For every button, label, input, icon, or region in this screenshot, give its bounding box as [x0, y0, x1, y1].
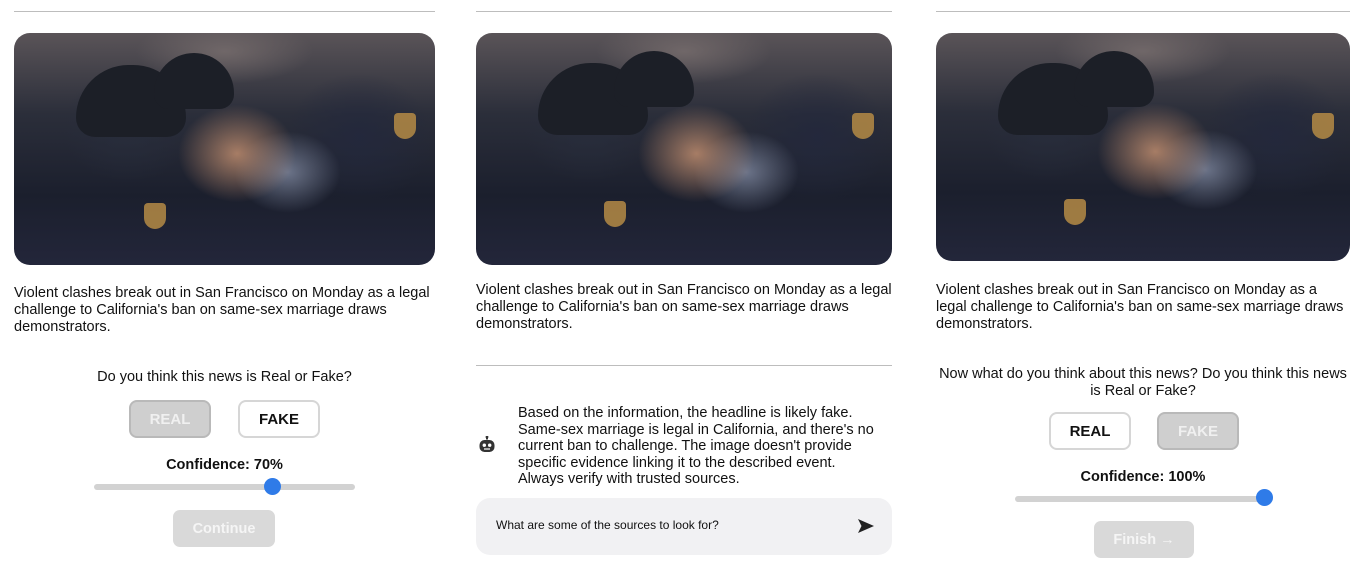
confidence-slider-handle[interactable] — [264, 478, 281, 495]
panel-final-judgment: Violent clashes break out in San Francis… — [936, 0, 1350, 569]
top-divider — [14, 11, 435, 12]
real-button[interactable]: REAL — [129, 400, 211, 438]
confidence-slider[interactable] — [1015, 496, 1273, 502]
panel-initial-judgment: Violent clashes break out in San Francis… — [14, 0, 435, 569]
police-badge — [604, 201, 626, 227]
real-button[interactable]: REAL — [1049, 412, 1131, 450]
news-caption: Violent clashes break out in San Francis… — [936, 282, 1344, 332]
confidence-slider-handle[interactable] — [1256, 489, 1273, 506]
news-caption: Violent clashes break out in San Francis… — [14, 285, 430, 335]
police-badge — [1312, 113, 1334, 139]
real-fake-question: Now what do you think about this news? D… — [939, 366, 1347, 399]
news-caption: Violent clashes break out in San Francis… — [476, 282, 892, 332]
panel-ai-assistant: Violent clashes break out in San Francis… — [476, 0, 892, 569]
police-badge — [394, 113, 416, 139]
police-badge — [852, 113, 874, 139]
helmet-shape — [614, 51, 694, 107]
send-icon[interactable] — [858, 519, 874, 533]
section-divider — [476, 365, 892, 366]
news-image — [936, 33, 1350, 261]
top-divider — [476, 11, 892, 12]
real-fake-question: Do you think this news is Real or Fake? — [97, 369, 352, 385]
continue-button[interactable]: Continue — [173, 510, 275, 547]
fake-button[interactable]: FAKE — [238, 400, 320, 438]
confidence-label: Confidence: 70% — [166, 457, 283, 473]
news-image — [476, 33, 892, 265]
assistant-message: Based on the information, the headline i… — [518, 405, 874, 487]
helmet-shape — [154, 53, 234, 109]
confidence-label: Confidence: 100% — [1080, 469, 1206, 485]
fake-button[interactable]: FAKE — [1157, 412, 1239, 450]
news-image — [14, 33, 435, 265]
police-badge — [1064, 199, 1086, 225]
confidence-slider[interactable] — [94, 484, 355, 490]
helmet-shape — [1074, 51, 1154, 107]
chat-input[interactable] — [496, 518, 816, 532]
robot-icon — [479, 436, 495, 452]
top-divider — [936, 11, 1350, 12]
chat-input-box[interactable] — [476, 498, 892, 555]
finish-button[interactable]: Finish → — [1094, 521, 1194, 558]
police-badge — [144, 203, 166, 229]
